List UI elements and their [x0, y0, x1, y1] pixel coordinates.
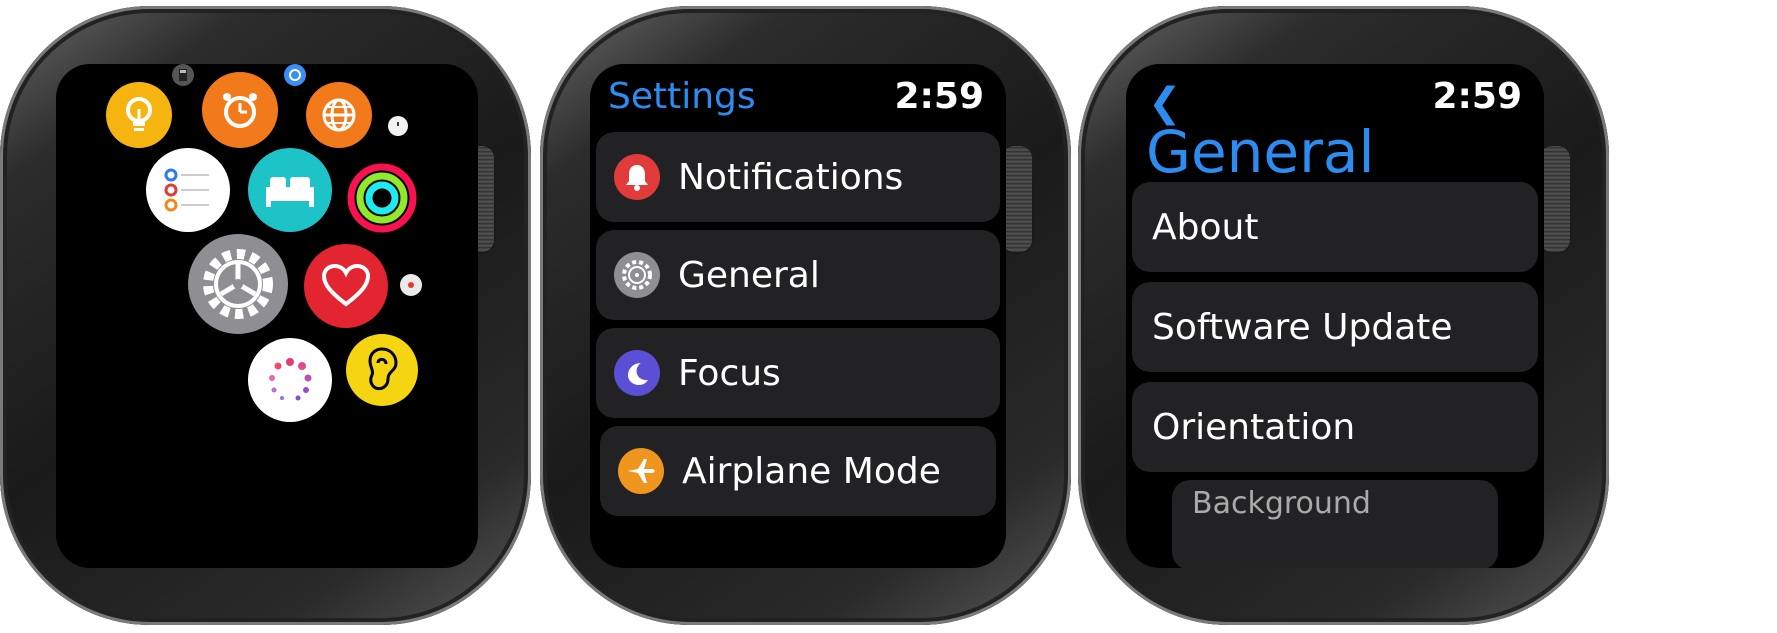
settings-item-general[interactable]: General [596, 230, 1000, 320]
moon-icon [614, 350, 660, 396]
clock-small-icon[interactable] [388, 116, 408, 136]
sleep-app-icon[interactable] [248, 148, 332, 232]
bell-icon [614, 154, 660, 200]
settings-item-label: Focus [678, 352, 781, 394]
reminders-app-icon[interactable] [146, 148, 230, 232]
page-title: General [1146, 118, 1375, 186]
calculator-small-icon[interactable] [172, 64, 194, 86]
noise-app-icon[interactable] [346, 334, 418, 406]
general-item-background[interactable]: Background [1172, 480, 1498, 568]
page-title: Settings [608, 76, 756, 117]
mindfulness-app-icon[interactable] [248, 338, 332, 422]
airplane-icon [618, 448, 664, 494]
app-store-small-icon[interactable] [284, 64, 306, 86]
settings-list-screen: Settings 2:59 Notifications General Focu… [590, 64, 1006, 568]
app-grid-screen [56, 64, 478, 568]
settings-item-label: Notifications [678, 156, 904, 198]
watch-settings-screen: Settings 2:59 Notifications General Focu… [540, 6, 1071, 625]
time-display: 2:59 [894, 76, 984, 117]
general-item-software-update[interactable]: Software Update [1132, 282, 1538, 372]
settings-item-label: Airplane Mode [682, 450, 941, 492]
tips-app-icon[interactable] [106, 82, 172, 148]
gear-icon [614, 252, 660, 298]
settings-item-airplane-mode[interactable]: Airplane Mode [600, 426, 996, 516]
general-settings-screen: ❮ 2:59 General About Software Update Ori… [1126, 64, 1544, 568]
small-app-icon[interactable] [400, 274, 422, 296]
general-item-about[interactable]: About [1132, 182, 1538, 272]
general-item-orientation[interactable]: Orientation [1132, 382, 1538, 472]
settings-item-notifications[interactable]: Notifications [596, 132, 1000, 222]
settings-app-icon[interactable] [188, 234, 288, 334]
watch-general-screen: ❮ 2:59 General About Software Update Ori… [1078, 6, 1609, 625]
activity-app-icon[interactable] [346, 162, 418, 234]
time-display: 2:59 [1432, 76, 1522, 117]
settings-item-focus[interactable]: Focus [596, 328, 1000, 418]
general-item-label: About [1152, 206, 1259, 248]
general-item-label: Orientation [1152, 406, 1356, 448]
general-item-label: Background [1192, 486, 1371, 521]
settings-header: Settings 2:59 [590, 64, 1006, 134]
watch-home-screen [0, 6, 531, 625]
settings-item-label: General [678, 254, 820, 296]
alarms-app-icon[interactable] [202, 72, 278, 148]
heart-rate-app-icon[interactable] [304, 244, 388, 328]
world-clock-app-icon[interactable] [306, 82, 372, 148]
general-item-label: Software Update [1152, 306, 1453, 348]
